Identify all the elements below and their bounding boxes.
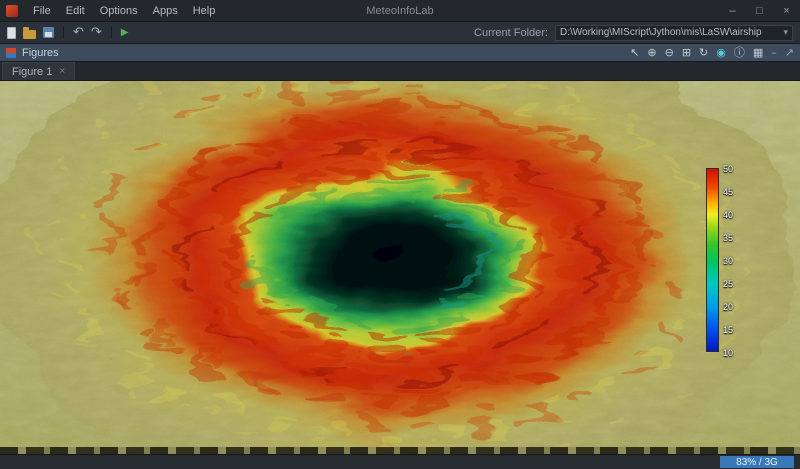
zoom-out-icon[interactable]: ⊖ <box>665 45 674 61</box>
toolbar-separator <box>111 26 112 39</box>
menu-options[interactable]: Options <box>93 2 145 20</box>
memory-indicator[interactable]: 83% / 3G <box>720 456 794 468</box>
colorbar-tick: 10 <box>723 348 733 358</box>
figure-toolbar: ↖ ⊕ ⊖ ⊞ ↻ ◉ ⓘ ▦ – ↗ <box>630 45 794 61</box>
colorbar-tick: 25 <box>723 279 733 289</box>
toolbar-separator <box>63 26 64 39</box>
menu-file[interactable]: File <box>26 2 58 20</box>
full-extent-icon[interactable]: ◉ <box>716 45 726 61</box>
tab-label: Figure 1 <box>12 66 52 78</box>
close-button[interactable]: × <box>773 0 800 22</box>
grid-icon[interactable]: ▦ <box>753 45 763 61</box>
figures-panel-title: Figures <box>22 47 59 59</box>
current-folder-path[interactable]: D:\Working\MIScript\Jython\mis\LaSW\airs… <box>560 27 783 38</box>
main-toolbar: ↶ ↷ ▶ Current Folder: D:\Working\MIScrip… <box>0 22 800 44</box>
run-script-icon[interactable]: ▶ <box>121 26 129 40</box>
colorbar-tick: 20 <box>723 302 733 312</box>
figure-canvas[interactable]: 50 45 40 35 30 25 20 15 10 <box>0 81 800 454</box>
maximize-button[interactable]: □ <box>746 0 773 22</box>
new-script-icon[interactable] <box>7 27 16 39</box>
figure-bottom-texture <box>0 447 800 454</box>
tab-close-icon[interactable]: × <box>59 66 65 77</box>
zoom-in-icon[interactable]: ⊕ <box>647 45 656 61</box>
colorbar: 50 45 40 35 30 25 20 15 10 <box>706 168 748 352</box>
colorbar-tick: 30 <box>723 256 733 266</box>
title-bar: File Edit Options Apps Help MeteoInfoLab… <box>0 0 800 22</box>
status-bar: 83% / 3G <box>0 454 800 469</box>
current-folder-combobox[interactable]: D:\Working\MIScript\Jython\mis\LaSW\airs… <box>555 25 793 41</box>
current-folder-label: Current Folder: <box>474 27 548 39</box>
pan-tool-icon[interactable]: ⊞ <box>682 45 691 61</box>
app-logo-icon <box>6 5 18 17</box>
panel-float-icon[interactable]: ↗ <box>785 46 794 59</box>
chevron-down-icon[interactable]: ▾ <box>783 27 788 38</box>
colorbar-tick: 50 <box>723 164 733 174</box>
save-icon[interactable] <box>43 27 54 38</box>
redo-icon[interactable]: ↷ <box>91 26 102 40</box>
menu-edit[interactable]: Edit <box>59 2 92 20</box>
figure-tab-bar: Figure 1 × <box>0 62 800 81</box>
colorbar-gradient <box>706 168 719 352</box>
rotate-tool-icon[interactable]: ↻ <box>699 45 708 61</box>
window-controls: – □ × <box>719 0 800 22</box>
menu-help[interactable]: Help <box>186 2 223 20</box>
colorbar-tick: 45 <box>723 187 733 197</box>
identify-icon[interactable]: ⓘ <box>734 45 745 61</box>
colorbar-tick: 35 <box>723 233 733 243</box>
figures-panel-icon <box>6 48 16 58</box>
select-tool-icon[interactable]: ↖ <box>630 45 639 61</box>
tab-figure-1[interactable]: Figure 1 × <box>2 62 75 80</box>
current-folder-group: Current Folder: D:\Working\MIScript\Jyth… <box>474 25 793 41</box>
figures-panel-header: Figures ↖ ⊕ ⊖ ⊞ ↻ ◉ ⓘ ▦ – ↗ <box>0 44 800 62</box>
meteoinfolab-window: File Edit Options Apps Help MeteoInfoLab… <box>0 0 800 469</box>
menu-bar: File Edit Options Apps Help <box>26 2 222 20</box>
colorbar-tick: 40 <box>723 210 733 220</box>
open-folder-icon[interactable] <box>23 30 36 39</box>
hurricane-visualization <box>0 81 800 454</box>
minimize-button[interactable]: – <box>719 0 746 22</box>
panel-minimize-icon[interactable]: – <box>771 46 777 59</box>
colorbar-tick: 15 <box>723 325 733 335</box>
undo-icon[interactable]: ↶ <box>73 26 84 40</box>
menu-apps[interactable]: Apps <box>146 2 185 20</box>
